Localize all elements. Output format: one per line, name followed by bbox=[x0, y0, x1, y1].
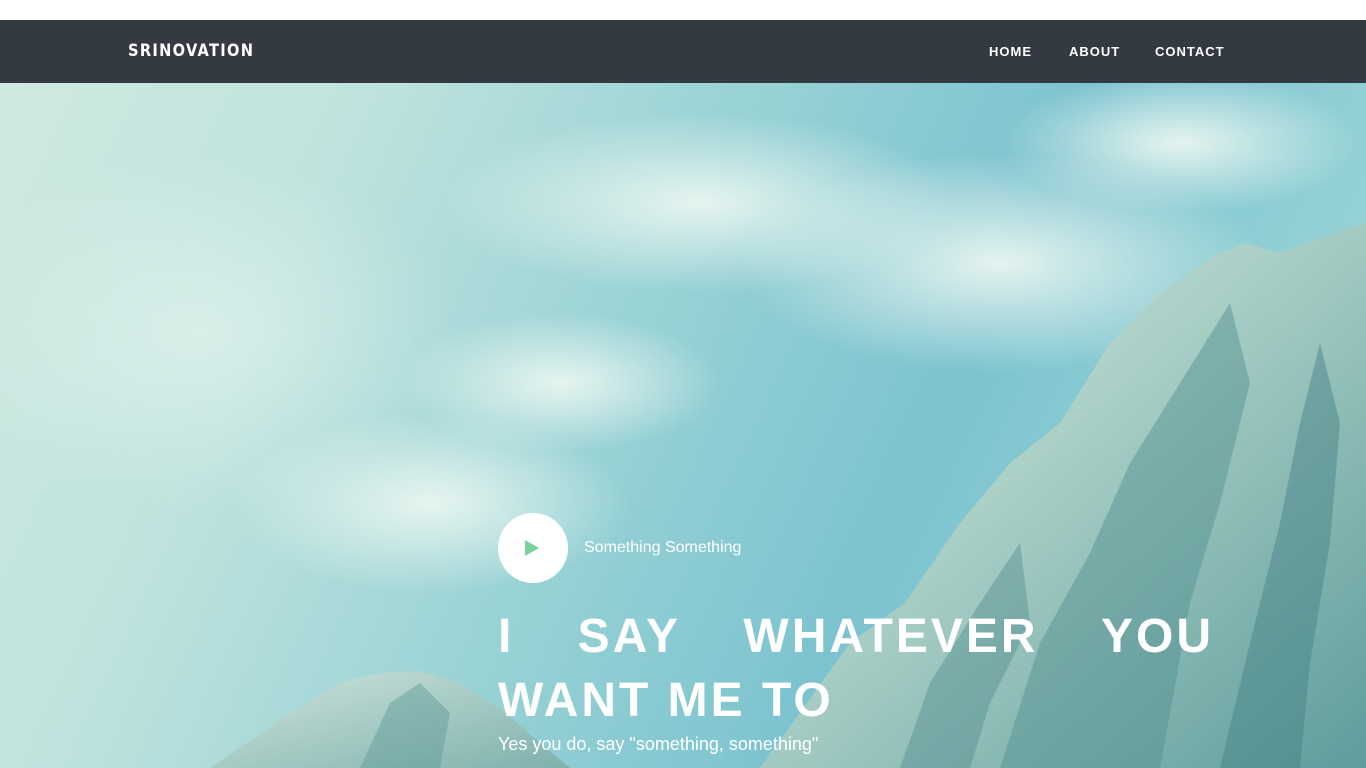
hero-headline: I SAY WHATEVER YOU WANT ME TO bbox=[498, 610, 1214, 727]
hero-subline: Yes you do, say "something, something" bbox=[498, 734, 819, 754]
play-label: Something Something bbox=[584, 539, 742, 556]
navbar: SRINOVATION HOME ABOUT CONTACT bbox=[0, 20, 1366, 83]
top-strip bbox=[0, 0, 1366, 20]
nav-contact-link[interactable]: CONTACT bbox=[1155, 44, 1225, 60]
play-icon bbox=[525, 540, 539, 556]
nav-about-link[interactable]: ABOUT bbox=[1069, 44, 1120, 60]
play-button[interactable] bbox=[498, 513, 568, 583]
brand-logo[interactable]: SRINOVATION bbox=[128, 40, 254, 62]
nav-home-link[interactable]: HOME bbox=[989, 44, 1032, 60]
